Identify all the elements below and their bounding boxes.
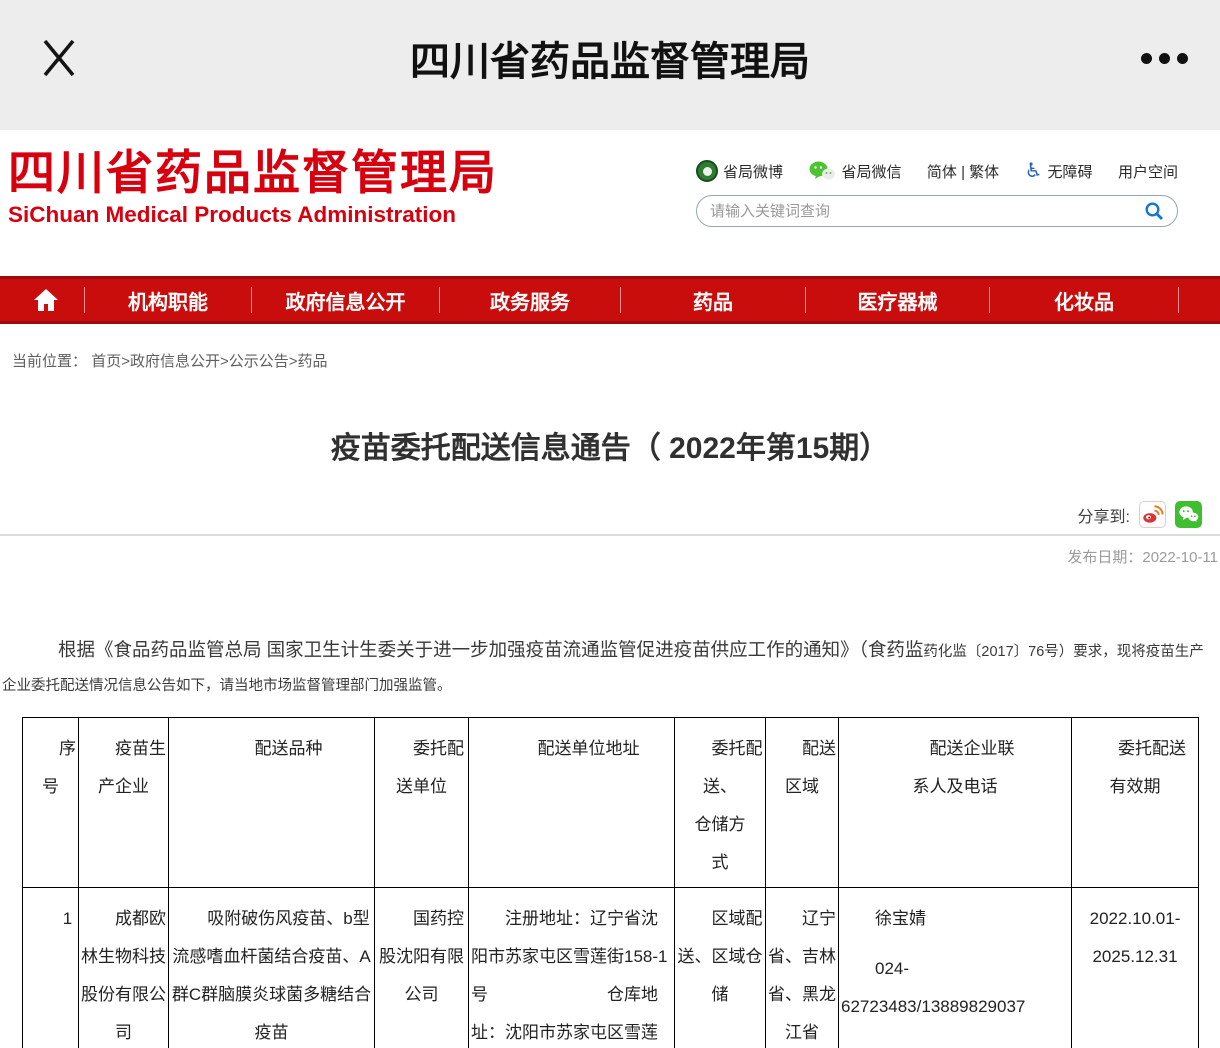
cell-region: 辽宁省、吉林省、黑龙江省 — [766, 888, 839, 1048]
logo-chinese: 四川省药品监督管理局 — [8, 146, 498, 200]
col-header-products: 配送品种 — [169, 718, 375, 888]
nav-item-services[interactable]: 政务服务 — [440, 279, 620, 321]
breadcrumb-label: 当前位置： — [12, 353, 87, 370]
wechat-icon — [808, 160, 836, 182]
language-toggle[interactable]: 简体 | 繁体 — [927, 161, 999, 182]
col-header-address: 配送单位地址 — [469, 718, 675, 888]
cell-mode: 区域配送、区域仓储 — [675, 888, 766, 1048]
weibo-link[interactable]: 省局微博 — [696, 160, 783, 182]
cell-contact: 徐宝婧 024- 62723483/13889829037 — [839, 888, 1072, 1048]
home-icon — [33, 288, 59, 312]
table-header-row: 序 号 疫苗生 产企业 配送品种 委托配 送单位 配送单位地址 委托配 送、 仓… — [23, 718, 1199, 888]
accessibility-icon: ♿ — [1025, 161, 1043, 181]
cell-address: 注册地址：辽宁省沈阳市苏家屯区雪莲街158-1号 仓库地址：沈阳市苏家屯区雪莲街… — [469, 888, 675, 1048]
nav-item-org[interactable]: 机构职能 — [85, 279, 251, 321]
share-wechat-icon — [1177, 503, 1200, 526]
nav-item-gov-info[interactable]: 政府信息公开 — [252, 279, 439, 321]
weibo-icon — [696, 160, 718, 182]
share-weibo-button[interactable] — [1139, 501, 1166, 528]
user-space-link[interactable]: 用户空间 — [1118, 161, 1178, 182]
contact-phone: 024- 62723483/13889829037 — [841, 950, 1069, 1026]
wechat-link[interactable]: 省局微信 — [808, 160, 901, 182]
breadcrumb: 当前位置： 首页>政府信息公开>公示公告>药品 — [12, 350, 1220, 371]
breadcrumb-path[interactable]: 首页>政府信息公开>公示公告>药品 — [91, 353, 327, 370]
accessibility-link[interactable]: ♿ 无障碍 — [1025, 161, 1093, 182]
search-box — [696, 195, 1178, 227]
publish-date: 发布日期：2022-10-11 — [0, 546, 1220, 567]
paragraph-lead: 根据《食品药品监管总局 国家卫生计生委关于进一步加强疫苗流通监管促进疫苗供应工作… — [58, 639, 923, 660]
col-header-manufacturer: 疫苗生 产企业 — [79, 718, 169, 888]
divider — [0, 534, 1220, 536]
share-row: 分享到: — [0, 501, 1220, 528]
cell-distributor: 国药控股沈阳有限公司 — [375, 888, 469, 1048]
page-title: 疫苗委托配送信息通告（ 2022年第15期） — [0, 423, 1220, 467]
cell-seq: 1 — [23, 888, 79, 1048]
share-wechat-button[interactable] — [1175, 501, 1202, 528]
logo-english: SiChuan Medical Products Administration — [8, 202, 498, 228]
nav-home-item[interactable] — [8, 279, 84, 321]
cell-manufacturer: 成都欧林生物科技股份有限公司 — [79, 888, 169, 1048]
col-header-mode: 委托配 送、 仓储方 式 — [675, 718, 766, 888]
cell-products: 吸附破伤风疫苗、b型流感嗜血杆菌结合疫苗、A群C群脑膜炎球菌多糖结合疫苗 — [169, 888, 375, 1048]
quick-links: 省局微博 省局微信 简体 | 繁体 ♿ 无障碍 用户空间 — [696, 160, 1178, 182]
search-icon — [1144, 201, 1164, 221]
share-weibo-icon — [1141, 503, 1164, 526]
browser-titlebar: 四川省药品监督管理局 — [0, 0, 1220, 130]
col-header-seq: 序 号 — [23, 718, 79, 888]
share-label: 分享到: — [1078, 503, 1130, 527]
table-row: 1 成都欧林生物科技股份有限公司 吸附破伤风疫苗、b型流感嗜血杆菌结合疫苗、A群… — [23, 888, 1199, 1048]
nav-item-drugs[interactable]: 药品 — [621, 279, 805, 321]
browser-title: 四川省药品监督管理局 — [120, 29, 1100, 87]
col-header-validity: 委托配送 有效期 — [1072, 718, 1199, 888]
col-header-region: 配送 区域 — [766, 718, 839, 888]
more-icon — [1141, 53, 1152, 64]
search-input[interactable] — [710, 203, 1144, 220]
nav-item-cosmetics[interactable]: 化妆品 — [990, 279, 1178, 321]
distribution-table: 序 号 疫苗生 产企业 配送品种 委托配 送单位 配送单位地址 委托配 送、 仓… — [22, 717, 1199, 1048]
article-paragraph: 根据《食品药品监管总局 国家卫生计生委关于进一步加强疫苗流通监管促进疫苗供应工作… — [0, 633, 1220, 703]
search-button[interactable] — [1144, 201, 1164, 221]
col-header-distributor: 委托配 送单位 — [375, 718, 469, 888]
site-logo[interactable]: 四川省药品监督管理局 SiChuan Medical Products Admi… — [8, 146, 498, 228]
close-button[interactable] — [30, 28, 88, 89]
main-nav: 机构职能 政府信息公开 政务服务 药品 医疗器械 化妆品 — [0, 276, 1220, 324]
site-header: 四川省药品监督管理局 SiChuan Medical Products Admi… — [0, 130, 1220, 276]
more-menu-button[interactable] — [1139, 45, 1190, 72]
col-header-contact: 配送企业联 系人及电话 — [839, 718, 1072, 888]
contact-name: 徐宝婧 — [841, 900, 1069, 938]
cell-validity: 2022.10.01-2025.12.31 — [1072, 888, 1199, 1048]
close-icon — [36, 34, 82, 80]
nav-item-devices[interactable]: 医疗器械 — [806, 279, 989, 321]
